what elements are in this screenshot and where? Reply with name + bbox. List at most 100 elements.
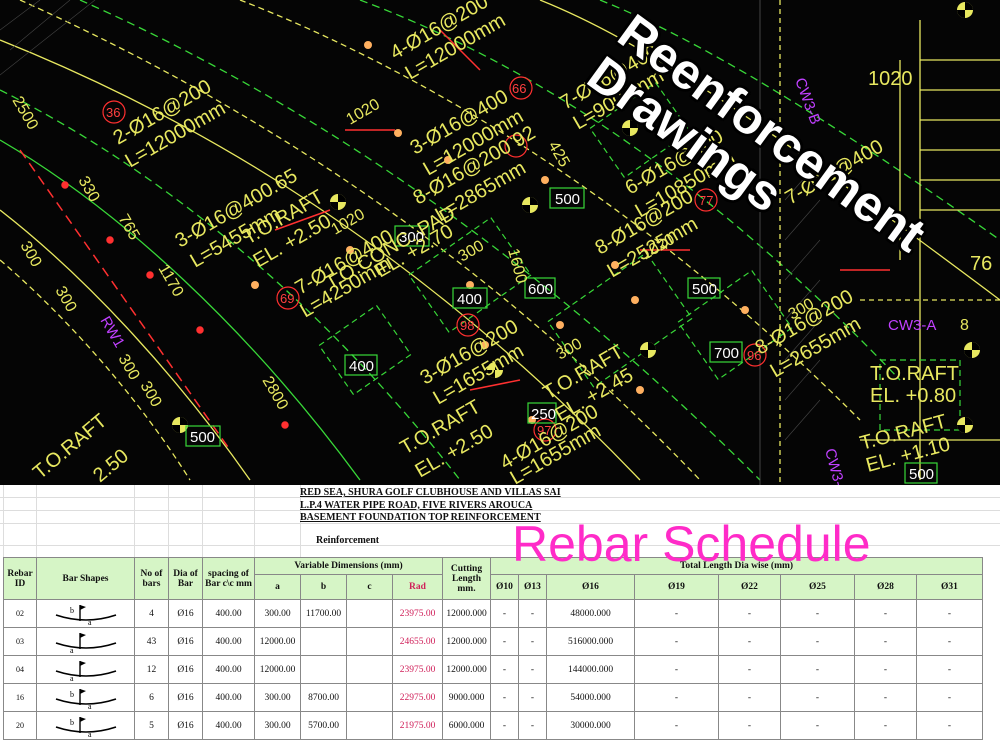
col-rebar-id: Rebar ID — [3, 557, 37, 600]
cell-d25: - — [780, 655, 855, 684]
cad-label: T.O.RAFT — [870, 363, 959, 385]
bar-shape-icon: a — [36, 627, 135, 656]
cell-d28: - — [854, 683, 917, 712]
cell-d19: - — [634, 627, 719, 656]
cell-c — [346, 627, 393, 656]
col-d16: Ø16 — [546, 574, 635, 600]
cell-d19: - — [634, 683, 719, 712]
cell-c — [346, 711, 393, 740]
cad-dim: 1020 — [344, 96, 383, 129]
cell-dia: Ø16 — [168, 655, 203, 684]
cell-rad: 24655.00 — [392, 627, 443, 656]
cell-d16: 48000.000 — [546, 599, 635, 628]
col-c: c — [346, 574, 393, 600]
cad-dim: 330 — [75, 174, 103, 206]
cad-dim: 300 — [52, 284, 80, 316]
cell-d13: - — [518, 655, 547, 684]
cell-cutting-length: 12000.000 — [442, 627, 491, 656]
cell-d16: 144000.000 — [546, 655, 635, 684]
cell-d25: - — [780, 711, 855, 740]
cell-d31: - — [916, 655, 983, 684]
cad-label: EL. +0.80 — [870, 385, 956, 407]
cad-box-value: 400 — [457, 291, 482, 308]
col-d25: Ø25 — [780, 574, 855, 600]
cad-dim: 425 — [545, 139, 573, 171]
cad-dim: 1600 — [504, 247, 530, 286]
cell-b — [300, 655, 347, 684]
cell-c — [346, 683, 393, 712]
rebar-schedule-sheet: RED SEA, SHURA GOLF CLUBHOUSE AND VILLAS… — [0, 485, 1000, 750]
svg-text:b: b — [70, 606, 74, 615]
cad-dim: 765 — [115, 212, 143, 244]
cell-rad: 21975.00 — [392, 711, 443, 740]
cell-d28: - — [854, 711, 917, 740]
col-variable-dimensions: Variable Dimensions (mm) — [254, 557, 443, 575]
cell-spacing: 400.00 — [202, 683, 255, 712]
bar-shape-icon: a — [36, 655, 135, 684]
cell-a: 12000.00 — [254, 655, 301, 684]
cell-d19: - — [634, 599, 719, 628]
cell-d19: - — [634, 655, 719, 684]
col-b: b — [300, 574, 347, 600]
cell-dia: Ø16 — [168, 627, 203, 656]
cell-a: 300.00 — [254, 599, 301, 628]
cell-d10: - — [490, 683, 519, 712]
cell-d28: - — [854, 627, 917, 656]
cell-dia: Ø16 — [168, 599, 203, 628]
cell-c — [346, 599, 393, 628]
cad-dim: 300 — [456, 237, 488, 265]
cad-dim: 300 — [554, 335, 586, 363]
cad-box-value: 600 — [528, 281, 553, 298]
cad-dim: 300 — [137, 379, 165, 411]
cell-rebar-id: 16 — [3, 683, 37, 712]
cell-b: 8700.00 — [300, 683, 347, 712]
col-d22: Ø22 — [718, 574, 781, 600]
cell-d28: - — [854, 599, 917, 628]
bar-shape-icon: ba — [36, 711, 135, 740]
cell-d16: 30000.000 — [546, 711, 635, 740]
table-row: 04 a 12 Ø16 400.00 12000.00 23975.00 12000.000-… — [3, 655, 983, 684]
cell-a: 300.00 — [254, 683, 301, 712]
schedule-title: Rebar Schedule — [512, 516, 871, 572]
rebar-schedule-table: Rebar ID Bar Shapes No of bars Dia of Ba… — [3, 557, 983, 740]
project-address: L.P.4 WATER PIPE ROAD, FIVE RIVERS AROUC… — [300, 499, 533, 511]
col-d10: Ø10 — [490, 574, 519, 600]
cad-box-value: 500 — [555, 191, 580, 208]
cell-rebar-id: 04 — [3, 655, 37, 684]
svg-text:b: b — [70, 718, 74, 727]
cell-cutting-length: 9000.000 — [442, 683, 491, 712]
cell-b — [300, 627, 347, 656]
cell-spacing: 400.00 — [202, 711, 255, 740]
cad-label: 96 — [747, 348, 761, 363]
cell-d25: - — [780, 599, 855, 628]
cell-spacing: 400.00 — [202, 627, 255, 656]
cad-dim: 1020 — [329, 206, 368, 239]
cell-rad: 23975.00 — [392, 655, 443, 684]
svg-text:a: a — [70, 674, 74, 683]
svg-text:a: a — [70, 646, 74, 655]
table-row: 16 b a 6 Ø16 400.00 300.00 8700.00 22975.00 9000.… — [3, 683, 983, 712]
cad-dim: 1170 — [155, 262, 187, 300]
cell-cutting-length: 6000.000 — [442, 711, 491, 740]
cad-box-value: 700 — [714, 345, 739, 362]
cad-box-value: 500 — [692, 281, 717, 298]
cad-label: 36 — [106, 105, 120, 120]
col-cutting-length: Cutting Length mm. — [442, 557, 491, 600]
cad-label: 2.50 — [89, 445, 133, 485]
cell-d28: - — [854, 655, 917, 684]
col-d19: Ø19 — [634, 574, 719, 600]
wall-tag: RW1 — [97, 314, 128, 351]
table-row: 03 a 43 Ø16 400.00 12000.00 24655.00 12000.000-… — [3, 627, 983, 656]
svg-text:b: b — [70, 690, 74, 699]
cell-spacing: 400.00 — [202, 655, 255, 684]
col-d13: Ø13 — [518, 574, 547, 600]
svg-text:a: a — [88, 702, 92, 711]
cell-d10: - — [490, 627, 519, 656]
cell-no-of-bars: 43 — [134, 627, 169, 656]
col-no-of-bars: No of bars — [134, 557, 169, 600]
table-row: 20 b a 5 Ø16 400.00 300.00 5700.00 21975.00 6000.… — [3, 711, 983, 740]
cell-d22: - — [718, 655, 781, 684]
cell-no-of-bars: 6 — [134, 683, 169, 712]
col-bar-shapes: Bar Shapes — [36, 557, 135, 600]
cell-d31: - — [916, 711, 983, 740]
